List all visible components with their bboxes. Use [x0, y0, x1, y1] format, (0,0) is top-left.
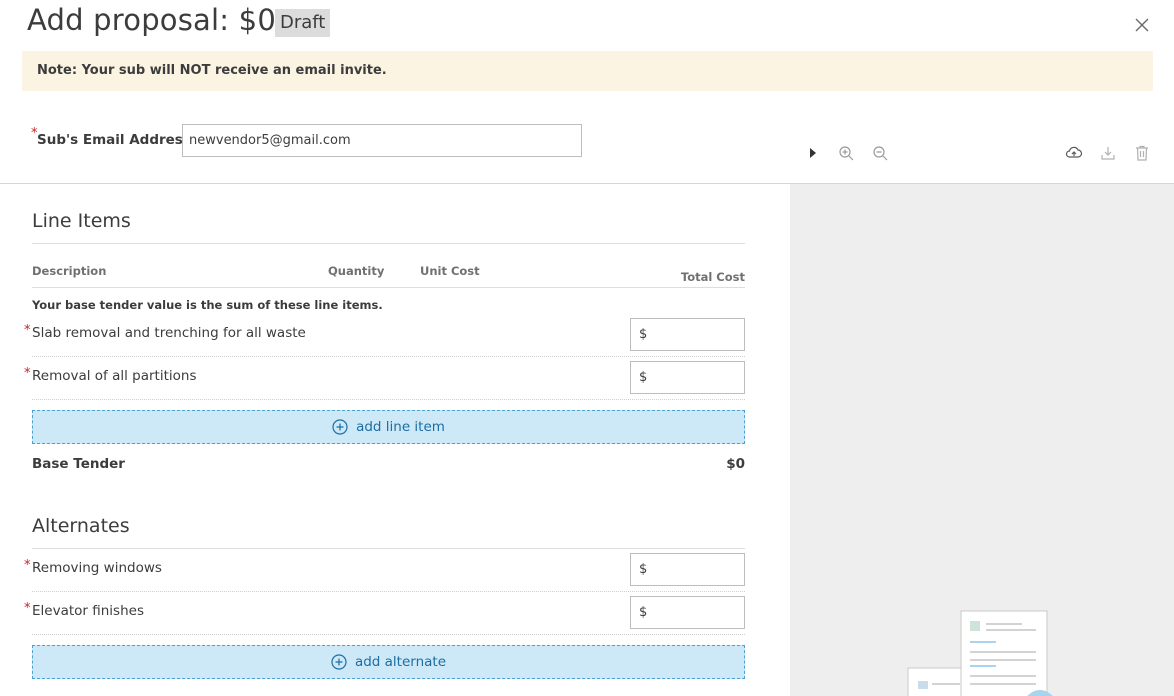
zoom-in-icon[interactable]	[837, 144, 855, 162]
currency-symbol: $	[639, 562, 648, 577]
required-marker: *	[24, 323, 31, 338]
currency-symbol: $	[639, 605, 648, 620]
alternate-label: Elevator finishes	[32, 603, 144, 619]
line-items-rule	[32, 243, 745, 244]
currency-symbol: $	[639, 370, 648, 385]
row-divider	[32, 591, 745, 592]
required-marker: *	[24, 601, 31, 616]
plus-circle-icon	[331, 654, 347, 670]
upload-icon[interactable]	[1065, 144, 1083, 162]
add-line-item-label: add line item	[356, 419, 445, 435]
document-viewer-pane	[790, 184, 1174, 696]
status-badge: Draft	[275, 9, 331, 37]
alternate-label: Removing windows	[32, 560, 162, 576]
add-alternate-button[interactable]: add alternate	[32, 645, 745, 679]
base-tender-value: $0	[726, 456, 745, 472]
line-item-label: Removal of all partitions	[32, 368, 197, 384]
alternates-rule	[32, 548, 745, 549]
plus-circle-icon	[332, 419, 348, 435]
row-divider	[32, 356, 745, 357]
column-header-quantity: Quantity	[328, 264, 385, 278]
download-icon[interactable]	[1099, 144, 1117, 162]
trash-icon[interactable]	[1133, 144, 1151, 162]
email-label: Sub's Email Address	[37, 132, 191, 148]
column-header-description: Description	[32, 264, 107, 278]
line-item-label: Slab removal and trenching for all waste	[32, 325, 306, 341]
email-note-banner: Note: Your sub will NOT receive an email…	[22, 51, 1153, 91]
column-header-unit-cost: Unit Cost	[420, 264, 480, 278]
row-divider	[32, 634, 745, 635]
line-item-cost-input[interactable]: $	[630, 361, 745, 394]
line-item-cost-input[interactable]: $	[630, 318, 745, 351]
line-items-heading: Line Items	[32, 210, 131, 232]
currency-symbol: $	[639, 327, 648, 342]
base-tender-label: Base Tender	[32, 456, 125, 472]
alternate-cost-input[interactable]: $	[630, 596, 745, 629]
row-divider	[32, 399, 745, 400]
email-field[interactable]	[182, 124, 582, 157]
play-icon[interactable]	[804, 144, 822, 162]
column-header-total-cost: Total Cost	[680, 270, 745, 284]
add-alternate-label: add alternate	[354, 654, 447, 670]
add-line-item-button[interactable]: add line item	[32, 410, 745, 444]
page-title: Add proposal: $0	[27, 3, 276, 37]
zoom-out-icon[interactable]	[871, 144, 889, 162]
required-marker: *	[24, 366, 31, 381]
column-header-rule	[32, 287, 745, 288]
required-marker: *	[24, 558, 31, 573]
close-icon[interactable]	[1134, 17, 1150, 33]
empty-document-illustration	[907, 610, 1053, 696]
alternates-heading: Alternates	[32, 515, 130, 537]
alternate-cost-input[interactable]: $	[630, 553, 745, 586]
base-tender-hint: Your base tender value is the sum of the…	[32, 298, 383, 312]
